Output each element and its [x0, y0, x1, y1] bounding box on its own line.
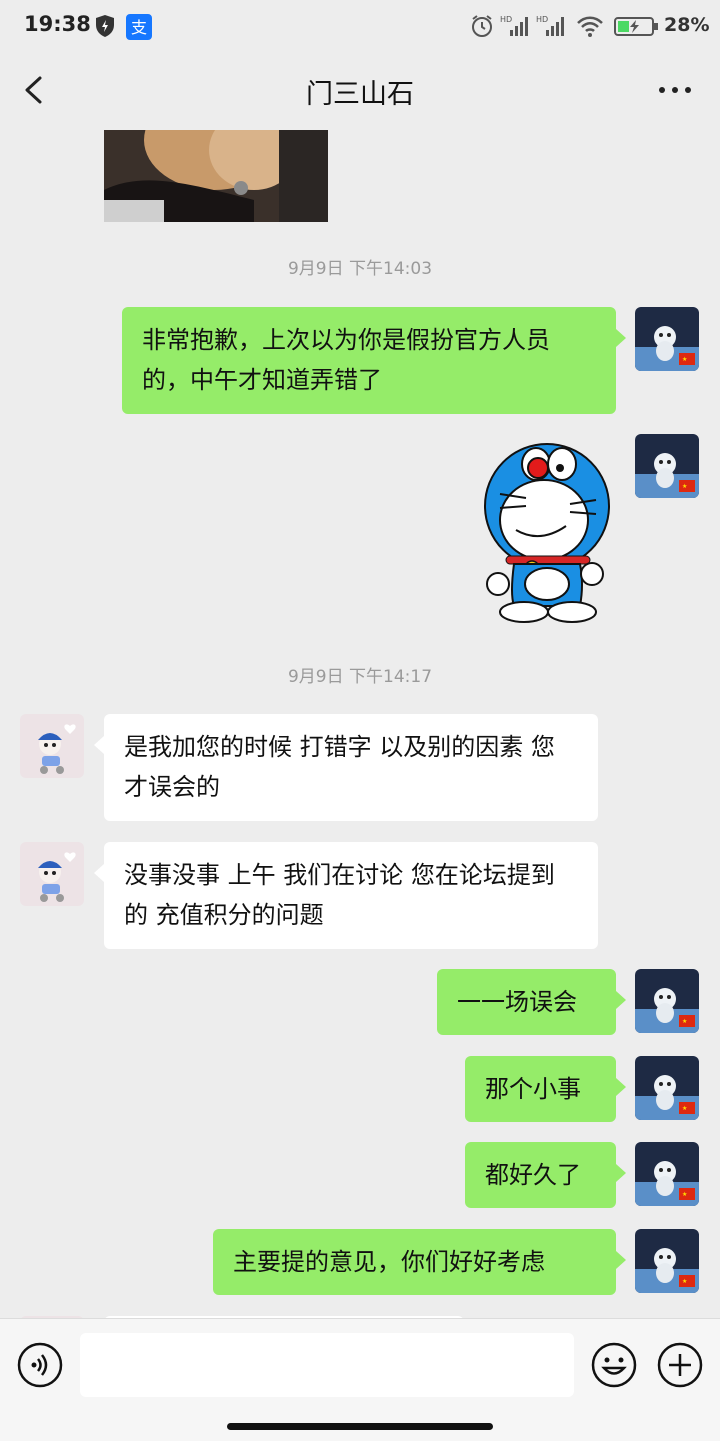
emoji-icon: [591, 1342, 637, 1388]
message-bubble-sent[interactable]: 主要提的意见，你们好好考虑: [213, 1229, 626, 1295]
image-message[interactable]: [104, 130, 328, 222]
svg-text:★: ★: [682, 483, 687, 490]
wifi-icon: [576, 14, 604, 42]
message-bubble-sent[interactable]: 非常抱歉，上次以为你是假扮官方人员的，中午才知道弄错了: [122, 307, 626, 414]
avatar-contact[interactable]: [20, 842, 84, 906]
message-text: 一一场误会: [457, 988, 577, 1016]
avatar[interactable]: ★: [635, 307, 699, 371]
message-bubble-sent[interactable]: 那个小事: [465, 1056, 626, 1122]
message-text: 都好久了: [485, 1161, 581, 1189]
avatar[interactable]: ★: [635, 969, 699, 1033]
message-input[interactable]: [80, 1333, 574, 1397]
voice-button[interactable]: [16, 1341, 64, 1389]
message-bubble-received[interactable]: 没事没事 上午 我们在讨论 您在论坛提到的 充值积分的问题: [94, 842, 598, 949]
doraemon-sticker: [484, 443, 610, 623]
svg-text:★: ★: [682, 356, 687, 363]
hd-signal-icon: HD: [536, 14, 566, 42]
svg-text:★: ★: [682, 1018, 687, 1025]
alipay-icon: 支: [126, 14, 152, 44]
status-time: 19:38: [24, 12, 91, 36]
battery-percent: 28%: [664, 14, 710, 36]
more-button[interactable]: [652, 70, 698, 110]
timestamp: 9月9日 下午14:03: [287, 259, 433, 279]
input-bar: [0, 1318, 720, 1441]
avatar[interactable]: ★: [635, 1229, 699, 1293]
plus-button[interactable]: [656, 1341, 704, 1389]
avatar[interactable]: ★: [635, 1142, 699, 1206]
message-bubble-sent[interactable]: 都好久了: [465, 1142, 626, 1208]
sticker-message[interactable]: [480, 434, 610, 626]
message-text: 非常抱歉，上次以为你是假扮官方人员的，中午才知道弄错了: [142, 326, 550, 394]
message-text: 是我加您的时候 打错字 以及别的因素 您才误会的: [124, 733, 555, 801]
chat-header: 门三山石: [0, 52, 720, 130]
svg-text:★: ★: [682, 1278, 687, 1285]
alarm-icon: [470, 14, 494, 42]
home-indicator[interactable]: [227, 1423, 493, 1430]
battery-charging-icon: [614, 14, 660, 42]
status-bar: 19:38 支 HD HD 28%: [0, 0, 720, 52]
avatar-contact[interactable]: [20, 714, 84, 778]
avatar[interactable]: ★: [635, 1056, 699, 1120]
message-bubble-sent[interactable]: 一一场误会: [437, 969, 626, 1035]
emoji-button[interactable]: [590, 1341, 638, 1389]
message-bubble-received[interactable]: 是我加您的时候 打错字 以及别的因素 您才误会的: [94, 714, 598, 821]
svg-text:★: ★: [682, 1191, 687, 1198]
svg-text:HD: HD: [536, 15, 548, 24]
message-text: 那个小事: [485, 1075, 581, 1103]
svg-text:支: 支: [131, 18, 147, 37]
message-text: 没事没事 上午 我们在讨论 您在论坛提到的 充值积分的问题: [124, 861, 555, 929]
voice-icon: [17, 1342, 63, 1388]
plus-icon: [657, 1342, 703, 1388]
shield-icon: [94, 14, 116, 42]
chat-title: 门三山石: [306, 79, 414, 110]
message-list[interactable]: 9月9日 下午14:03 非常抱歉，上次以为你是假扮官方人员的，中午才知道弄错了…: [0, 130, 720, 1318]
hd-signal-icon: HD: [500, 14, 530, 42]
svg-text:★: ★: [682, 1105, 687, 1112]
message-text: 主要提的意见，你们好好考虑: [233, 1248, 545, 1276]
timestamp: 9月9日 下午14:17: [287, 667, 433, 687]
svg-text:HD: HD: [500, 15, 512, 24]
more-dots-icon: [659, 87, 691, 93]
avatar[interactable]: ★: [635, 434, 699, 498]
